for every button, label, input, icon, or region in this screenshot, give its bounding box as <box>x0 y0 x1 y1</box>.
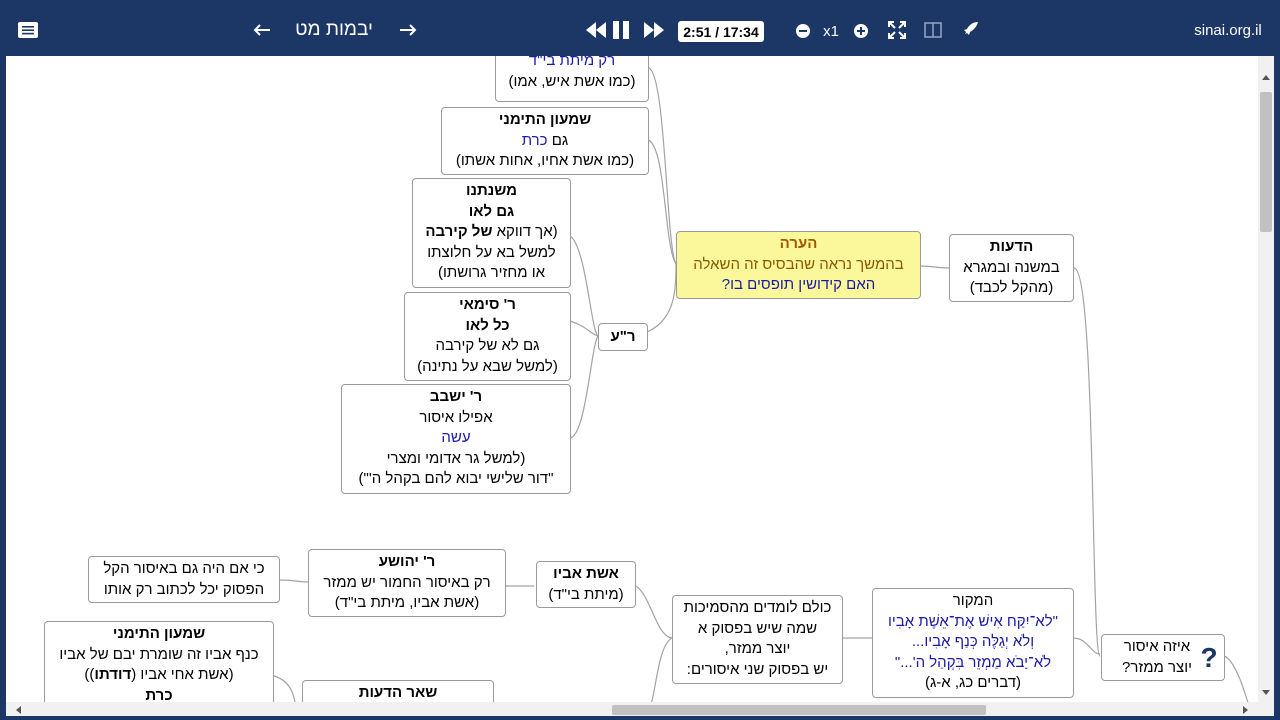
fast-forward-icon[interactable] <box>642 20 666 40</box>
speed-up-icon[interactable] <box>852 22 870 40</box>
node-text: כולם לומדים מהסמיכות <box>683 599 832 616</box>
node-text: רק באיסור החמור יש ממזר <box>323 573 491 591</box>
node-text: (מיתת בי"ד) <box>548 585 624 603</box>
node-mishnatenu[interactable]: משנתנו גם לאו (אך דווקא של קירבה למשל בא… <box>412 178 571 288</box>
node-text: כרת <box>521 131 548 149</box>
speed-value: x1 <box>823 22 839 40</box>
node-text: גם לאו <box>468 202 515 220</box>
node-ki-im[interactable]: כי אם היה גם באיסור הקל הפסוק יכל לכתוב … <box>88 556 280 603</box>
node-text: (למשל גר אדומי ומצרי <box>386 449 526 467</box>
node-text: (כמו אשת אחיו, אחות אשתו) <box>455 152 635 169</box>
node-text: איזה איסור <box>1123 638 1191 655</box>
node-text: בהמשך נראה שהבסיס זה השאלה <box>693 255 904 273</box>
node-text: האם קידושין תופסים בו? <box>721 276 876 293</box>
node-text: (למשל שבא על נתינה) <box>417 357 558 375</box>
question-mark-icon: ? <box>1200 641 1218 673</box>
node-title: שמעון התימני <box>112 625 206 642</box>
node-line: גם כרת <box>446 131 644 152</box>
node-text: (אך דווקא <box>492 223 558 240</box>
node-note[interactable]: הערה בהמשך נראה שהבסיס זה השאלה האם קידו… <box>676 231 921 299</box>
node-text: (אשת אחי אביו ( <box>131 666 234 683</box>
node-text: עשה <box>441 429 471 446</box>
node-text: שמה שיש בפסוק א <box>697 619 818 637</box>
node-title: משנתנו <box>465 182 518 199</box>
node-text: (מהקל לכבד) <box>969 279 1054 296</box>
node-text: (אשת אביו, מיתת בי"ד) <box>334 594 480 611</box>
node-line: (אך דווקא של קירבה <box>417 222 566 243</box>
mind-map-canvas[interactable]: רק מיתת בי"ד (כמו אשת איש, אמו) שמעון הת… <box>6 56 1274 716</box>
node-text: לֹא־יָבֹא מַמְזֵר בִּקְהַל ה'..." <box>894 653 1052 671</box>
fullscreen-icon[interactable] <box>886 20 908 40</box>
node-text: למשל בא על חלוצתו <box>427 243 556 261</box>
node-rabbi-yeshevav[interactable]: ר' ישבב אפילו איסור עשה (למשל גר אדומי ו… <box>341 384 571 494</box>
time-display: 2:51 / 17:34 <box>678 21 764 42</box>
node-title: ר' יהושע <box>378 553 436 570</box>
node-text: כל לאו <box>465 316 510 334</box>
node-text: יש בפסוק שני איסורים: <box>686 660 829 678</box>
node-text: "לא־יִקַּח אִישׁ אֶת־אֵשֶׁת אָבִיו <box>888 612 1058 630</box>
node-text: הפסוק יכל לכתוב רק אותו <box>103 580 265 598</box>
node-title: אשת אביו <box>553 565 619 582</box>
node-line: (אשת אחי אביו (דודתו)) <box>49 665 269 686</box>
speed-down-icon[interactable] <box>794 22 812 40</box>
pause-icon[interactable] <box>610 20 632 40</box>
scrollbar-arrows <box>1260 75 1272 695</box>
node-text: "דור שלישי יבוא להם בקהל ה'") <box>358 470 554 487</box>
node-text: רק מיתת בי"ד <box>528 56 616 69</box>
vertical-scrollbar[interactable] <box>1258 56 1274 716</box>
node-text: כי אם היה גם באיסור הקל <box>103 560 265 577</box>
top-toolbar: יבמות מט 2:51 / 17:34 x1 sinai.org.il <box>0 0 1280 56</box>
node-title: ר"ע <box>610 328 636 345</box>
node-kulam[interactable]: כולם לומדים מהסמיכות שמה שיש בפסוק א יוצ… <box>672 595 843 684</box>
node-title: ר' סימאי <box>459 296 516 313</box>
node-text: כנף אביו זה שומרת יבם של אביו <box>59 645 259 663</box>
node-text-group: איזה איסור יוצר ממזר? <box>1122 637 1192 678</box>
node-text: יוצר ממזר, <box>724 640 791 657</box>
node-text: או מחזיר גרושתו) <box>437 264 546 281</box>
node-question[interactable]: ? איזה איסור יוצר ממזר? <box>1101 634 1225 681</box>
split-view-icon[interactable] <box>922 20 944 40</box>
node-title: המקור <box>952 592 994 609</box>
horizontal-scrollbar[interactable] <box>6 702 1258 716</box>
node-title: הדעות <box>989 238 1034 255</box>
node-text: (כמו אשת איש, אמו) <box>508 72 636 90</box>
page-title: יבמות מט <box>295 19 373 40</box>
node-text: גם לא של קירבה <box>435 337 540 354</box>
node-title: הערה <box>779 235 818 252</box>
node-top-cut[interactable]: רק מיתת בי"ד (כמו אשת איש, אמו) <box>495 56 649 102</box>
node-rabbi-yehoshua[interactable]: ר' יהושע רק באיסור החמור יש ממזר (אשת אב… <box>308 549 506 617</box>
node-text: (דברים כג, א-ג) <box>924 674 1022 691</box>
rewind-icon[interactable] <box>584 20 608 40</box>
node-opinions[interactable]: הדעות במשנה ובמגרא (מהקל לכבד) <box>949 234 1074 302</box>
node-text: דודתו <box>94 666 132 683</box>
node-title: ר' ישבב <box>429 388 483 405</box>
node-rabbi-akiva[interactable]: ר"ע <box>598 323 648 351</box>
next-arrow-icon[interactable] <box>396 20 420 40</box>
scrollbar-thumb <box>16 705 1248 715</box>
node-shimon-hatimani-1[interactable]: שמעון התימני גם כרת (כמו אשת אחיו, אחות … <box>441 107 649 175</box>
node-text: גם <box>547 131 569 149</box>
rocket-icon[interactable] <box>958 20 982 40</box>
node-text: במשנה ובמגרא <box>963 258 1060 276</box>
node-text: )) <box>84 666 95 683</box>
node-text: של קירבה <box>425 223 493 240</box>
node-text: יוצר ממזר? <box>1122 658 1192 676</box>
node-text: אפילו איסור <box>419 408 493 426</box>
node-rabbi-simai[interactable]: ר' סימאי כל לאו גם לא של קירבה (למשל שבא… <box>404 292 571 381</box>
node-eshet-aviv[interactable]: אשת אביו (מיתת בי"ד) <box>536 561 636 608</box>
prev-arrow-icon[interactable] <box>250 20 274 40</box>
node-title: שאר הדעות <box>358 684 438 701</box>
node-text: וְלֹא יְגַלֶּה כְּנַף אָבִיו... <box>911 633 1035 650</box>
node-source[interactable]: המקור "לא־יִקַּח אִישׁ אֶת־אֵשֶׁת אָבִיו… <box>872 588 1074 698</box>
node-title: שמעון התימני <box>498 111 592 128</box>
menu-icon[interactable] <box>16 20 40 40</box>
site-link[interactable]: sinai.org.il <box>1186 20 1270 40</box>
